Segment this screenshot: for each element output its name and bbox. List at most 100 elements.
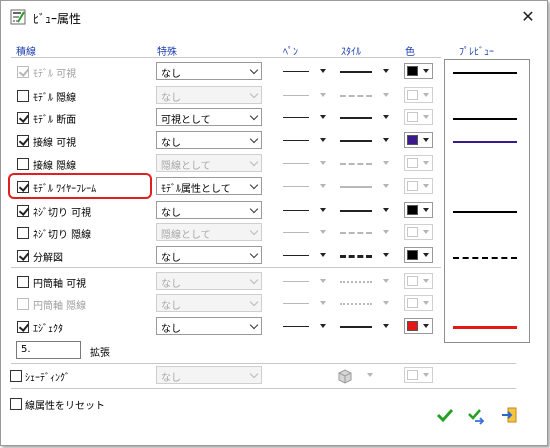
- color-picker[interactable]: [404, 202, 433, 218]
- special-dropdown[interactable]: ﾓﾃﾞﾙ属性として: [156, 177, 262, 195]
- row-label: ｴｼﾞｪｸﾀ: [33, 324, 63, 335]
- row-checkbox[interactable]: [17, 227, 29, 239]
- cancel-icon[interactable]: [499, 405, 519, 425]
- close-button[interactable]: ✕: [517, 6, 539, 28]
- row-checkbox[interactable]: [17, 158, 29, 170]
- color-picker[interactable]: [404, 132, 433, 148]
- color-picker[interactable]: [404, 273, 433, 289]
- shading-style-arrow[interactable]: [367, 373, 373, 377]
- color-picker[interactable]: [404, 63, 433, 79]
- cube-shading-icon[interactable]: [337, 368, 353, 384]
- style-selector[interactable]: [340, 245, 392, 267]
- chevron-down-icon: [423, 115, 429, 119]
- pen-selector[interactable]: [283, 61, 331, 83]
- pen-selector[interactable]: [283, 316, 331, 338]
- shading-divider: [11, 388, 516, 389]
- attribute-row: ﾈｼﾞ切り 隠線 隠線として: [1, 222, 441, 244]
- chevron-down-icon: [383, 69, 389, 73]
- special-dropdown[interactable]: 可視として: [156, 108, 262, 126]
- style-selector[interactable]: [340, 200, 392, 222]
- shading-label: ｼｪｰﾃﾞｨﾝｸﾞ: [25, 373, 70, 384]
- pen-selector[interactable]: [283, 200, 331, 222]
- extension-input[interactable]: 5.: [16, 341, 81, 359]
- pen-selector[interactable]: [283, 245, 331, 267]
- chevron-down-icon: [249, 204, 259, 214]
- row-checkbox[interactable]: [17, 321, 29, 333]
- row-checkbox[interactable]: [17, 112, 29, 124]
- row-checkbox[interactable]: [17, 298, 29, 310]
- chevron-down-icon: [249, 226, 259, 236]
- special-value: なし: [161, 138, 181, 149]
- shading-checkbox[interactable]: [10, 370, 22, 382]
- chevron-down-icon: [249, 320, 259, 330]
- color-swatch: [407, 370, 418, 380]
- chevron-down-icon: [249, 180, 259, 190]
- row-checkbox[interactable]: [17, 205, 29, 217]
- special-dropdown[interactable]: 隠線として: [156, 154, 262, 172]
- style-selector[interactable]: [340, 61, 392, 83]
- chevron-down-icon: [249, 297, 259, 307]
- pen-selector[interactable]: [283, 107, 331, 129]
- special-dropdown[interactable]: なし: [156, 62, 262, 80]
- reset-line-attributes-checkbox[interactable]: [10, 398, 22, 410]
- pen-selector[interactable]: [283, 271, 331, 293]
- shading-special-dropdown[interactable]: なし: [156, 366, 262, 384]
- style-selector[interactable]: [340, 222, 392, 244]
- chevron-down-icon: [249, 65, 259, 75]
- chevron-down-icon: [320, 138, 326, 142]
- shading-color-picker[interactable]: [404, 367, 433, 383]
- pen-selector[interactable]: [283, 176, 331, 198]
- row-checkbox[interactable]: [17, 90, 29, 102]
- style-selector[interactable]: [340, 107, 392, 129]
- special-dropdown[interactable]: なし: [156, 246, 262, 264]
- row-checkbox[interactable]: [17, 276, 29, 288]
- special-dropdown[interactable]: なし: [156, 272, 262, 290]
- special-dropdown[interactable]: なし: [156, 201, 262, 219]
- special-dropdown[interactable]: なし: [156, 294, 262, 312]
- special-dropdown[interactable]: 隠線として: [156, 223, 262, 241]
- special-dropdown[interactable]: なし: [156, 131, 262, 149]
- color-swatch: [407, 298, 418, 308]
- pen-selector[interactable]: [283, 153, 331, 175]
- special-value: 隠線として: [161, 161, 211, 172]
- pen-selector[interactable]: [283, 293, 331, 315]
- row-checkbox[interactable]: [17, 135, 29, 147]
- chevron-down-icon: [423, 279, 429, 283]
- check-icon[interactable]: [435, 405, 455, 425]
- style-selector[interactable]: [340, 316, 392, 338]
- style-line-sample: [340, 232, 372, 234]
- special-dropdown[interactable]: なし: [156, 317, 262, 335]
- style-selector[interactable]: [340, 176, 392, 198]
- special-dropdown[interactable]: なし: [156, 86, 262, 104]
- apply-check-arrow-icon[interactable]: [466, 405, 486, 425]
- chevron-down-icon: [249, 111, 259, 121]
- color-picker[interactable]: [404, 247, 433, 263]
- chevron-down-icon: [249, 134, 259, 144]
- color-picker[interactable]: [404, 109, 433, 125]
- style-selector[interactable]: [340, 85, 392, 107]
- pen-selector[interactable]: [283, 222, 331, 244]
- style-line-sample: [340, 117, 372, 119]
- style-line-sample: [340, 210, 372, 212]
- color-picker[interactable]: [404, 87, 433, 103]
- color-picker[interactable]: [404, 178, 433, 194]
- color-picker[interactable]: [404, 318, 433, 334]
- row-label: ﾓﾃﾞﾙ 断面: [33, 115, 77, 126]
- pen-line-sample: [283, 95, 309, 96]
- style-selector[interactable]: [340, 271, 392, 293]
- chevron-down-icon: [423, 184, 429, 188]
- special-value: なし: [161, 93, 181, 104]
- color-picker[interactable]: [404, 224, 433, 240]
- row-checkbox[interactable]: [17, 66, 29, 78]
- color-picker[interactable]: [404, 155, 433, 171]
- pen-selector[interactable]: [283, 130, 331, 152]
- pen-selector[interactable]: [283, 85, 331, 107]
- row-label: 分解図: [33, 253, 63, 264]
- row-checkbox[interactable]: [17, 250, 29, 262]
- style-selector[interactable]: [340, 293, 392, 315]
- style-selector[interactable]: [340, 130, 392, 152]
- special-value: なし: [161, 208, 181, 219]
- color-picker[interactable]: [404, 295, 433, 311]
- style-line-sample: [340, 281, 372, 283]
- style-selector[interactable]: [340, 153, 392, 175]
